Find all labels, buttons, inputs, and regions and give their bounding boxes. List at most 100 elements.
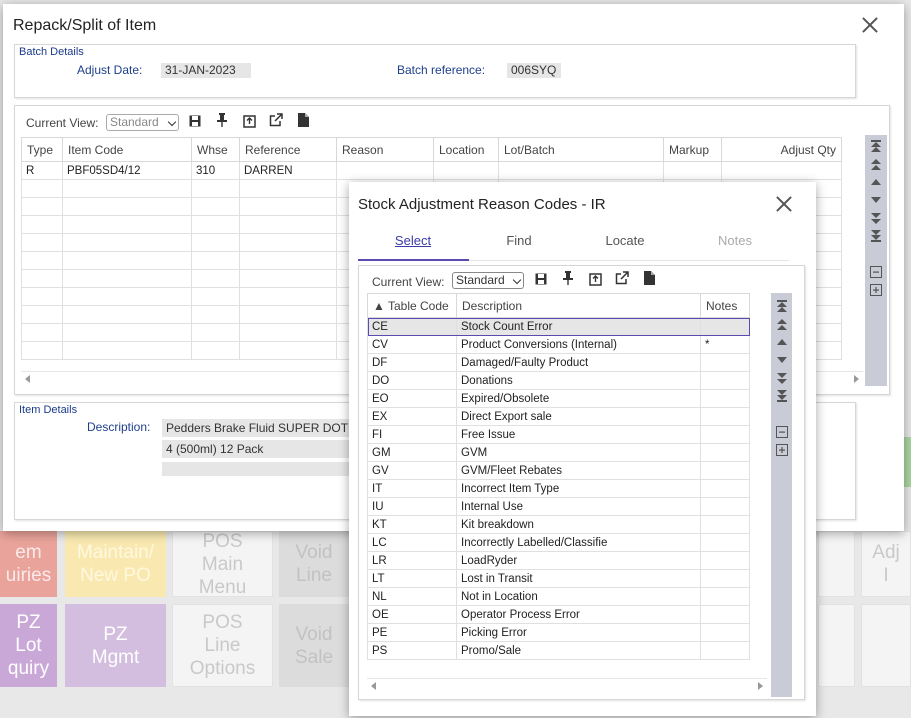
cell-description[interactable]: GVM/Fleet Rebates [456, 461, 701, 480]
cell-description[interactable]: GVM [456, 443, 701, 462]
table-row[interactable]: IU Internal Use [367, 497, 750, 516]
cell-table-code[interactable]: LR [367, 551, 457, 570]
cell-reference[interactable]: DARREN [239, 161, 337, 180]
table-row[interactable]: OE Operator Process Error [367, 605, 750, 624]
export-icon[interactable] [269, 113, 283, 127]
cell-notes[interactable] [700, 569, 750, 588]
cell-description[interactable]: Product Conversions (Internal) [456, 335, 701, 354]
scroll-left-icon[interactable] [371, 682, 376, 690]
cell-table-code[interactable]: PE [367, 623, 457, 642]
document-icon[interactable] [642, 271, 656, 285]
cell-notes[interactable] [700, 479, 750, 498]
cell-description[interactable]: Promo/Sale [456, 641, 701, 660]
cell-notes[interactable] [700, 353, 750, 372]
cell-notes[interactable] [700, 587, 750, 606]
last-page-icon[interactable] [775, 389, 789, 403]
cell-markup[interactable] [663, 161, 722, 180]
cell-notes[interactable] [700, 425, 750, 444]
scroll-right-icon[interactable] [758, 682, 763, 690]
first-page-icon[interactable] [775, 299, 789, 313]
cell-notes[interactable] [700, 371, 750, 390]
cell-description[interactable]: Kit breakdown [456, 515, 701, 534]
table-row[interactable]: LT Lost in Transit [367, 569, 750, 588]
document-icon[interactable] [296, 113, 310, 127]
cell-table-code[interactable]: IU [367, 497, 457, 516]
cell-table-code[interactable]: LT [367, 569, 457, 588]
column-header-table-code[interactable]: ▲ Table Code [367, 293, 457, 318]
cell-description[interactable]: Picking Error [456, 623, 701, 642]
restore-view-icon[interactable] [242, 114, 256, 128]
cell-table-code[interactable]: KT [367, 515, 457, 534]
row-down-icon[interactable] [775, 353, 789, 367]
current-view-select[interactable]: Standard [452, 272, 524, 289]
cell-description[interactable]: Internal Use [456, 497, 701, 516]
cell-table-code[interactable]: FI [367, 425, 457, 444]
column-header-lot-batch[interactable]: Lot/Batch [498, 137, 664, 162]
cell-description[interactable]: Incorrect Item Type [456, 479, 701, 498]
close-icon[interactable] [775, 195, 793, 213]
cell-description[interactable]: Free Issue [456, 425, 701, 444]
first-page-icon[interactable] [869, 139, 883, 153]
cell-table-code[interactable]: CE [367, 317, 457, 336]
row-down-icon[interactable] [869, 193, 883, 207]
cell-table-code[interactable]: NL [367, 587, 457, 606]
cell-table-code[interactable]: PS [367, 641, 457, 660]
column-header-adjust-qty[interactable]: Adjust Qty [721, 137, 842, 162]
cell-notes[interactable] [700, 461, 750, 480]
column-header-reference[interactable]: Reference [239, 137, 337, 162]
cell-notes[interactable] [700, 497, 750, 516]
collapse-icon[interactable] [775, 425, 789, 439]
tab-find[interactable]: Find [479, 233, 559, 248]
cell-notes[interactable] [700, 443, 750, 462]
batch-reference-value[interactable]: 006SYQ [507, 63, 561, 78]
table-row[interactable]: FI Free Issue [367, 425, 750, 444]
last-page-icon[interactable] [869, 229, 883, 243]
page-down-icon[interactable] [775, 371, 789, 385]
table-row[interactable]: NL Not in Location [367, 587, 750, 606]
cell-item-code[interactable]: PBF05SD4/12 [62, 161, 192, 180]
cell-table-code[interactable]: DF [367, 353, 457, 372]
cell-notes[interactable]: * [700, 335, 750, 354]
cell-table-code[interactable]: CV [367, 335, 457, 354]
cell-description[interactable]: Not in Location [456, 587, 701, 606]
table-row[interactable]: DF Damaged/Faulty Product [367, 353, 750, 372]
cell-description[interactable]: Damaged/Faulty Product [456, 353, 701, 372]
page-up-icon[interactable] [869, 157, 883, 171]
tab-locate[interactable]: Locate [585, 233, 665, 248]
page-up-icon[interactable] [775, 317, 789, 331]
column-header-type[interactable]: Type [21, 137, 63, 162]
table-row[interactable]: R PBF05SD4/12 310 DARREN [21, 161, 842, 180]
table-row[interactable]: IT Incorrect Item Type [367, 479, 750, 498]
cell-location[interactable] [433, 161, 499, 180]
tab-select[interactable]: Select [373, 233, 453, 248]
cell-lot-batch[interactable] [498, 161, 664, 180]
column-header-whse[interactable]: Whse [191, 137, 240, 162]
cell-description[interactable]: Incorrectly Labelled/Classifie [456, 533, 701, 552]
cell-description[interactable]: Donations [456, 371, 701, 390]
table-row[interactable]: LR LoadRyder [367, 551, 750, 570]
cell-notes[interactable] [700, 623, 750, 642]
cell-notes[interactable] [700, 641, 750, 660]
export-icon[interactable] [615, 271, 629, 285]
cell-table-code[interactable]: IT [367, 479, 457, 498]
table-row[interactable]: EO Expired/Obsolete [367, 389, 750, 408]
cell-table-code[interactable]: GM [367, 443, 457, 462]
cell-whse[interactable]: 310 [191, 161, 240, 180]
column-header-item-code[interactable]: Item Code [62, 137, 192, 162]
table-row[interactable]: LC Incorrectly Labelled/Classifie [367, 533, 750, 552]
expand-icon[interactable] [775, 443, 789, 457]
cell-notes[interactable] [700, 605, 750, 624]
row-up-icon[interactable] [775, 335, 789, 349]
column-header-reason[interactable]: Reason [336, 137, 434, 162]
cell-table-code[interactable]: LC [367, 533, 457, 552]
cell-notes[interactable] [700, 515, 750, 534]
cell-notes[interactable] [700, 551, 750, 570]
table-row[interactable]: EX Direct Export sale [367, 407, 750, 426]
cell-notes[interactable] [700, 407, 750, 426]
table-row[interactable]: CE Stock Count Error [367, 317, 750, 336]
save-icon[interactable] [534, 272, 548, 286]
horizontal-scrollbar[interactable] [367, 678, 767, 692]
cell-description[interactable]: Direct Export sale [456, 407, 701, 426]
current-view-select[interactable]: Standard [106, 114, 179, 131]
cell-adjust-qty[interactable] [721, 161, 842, 180]
